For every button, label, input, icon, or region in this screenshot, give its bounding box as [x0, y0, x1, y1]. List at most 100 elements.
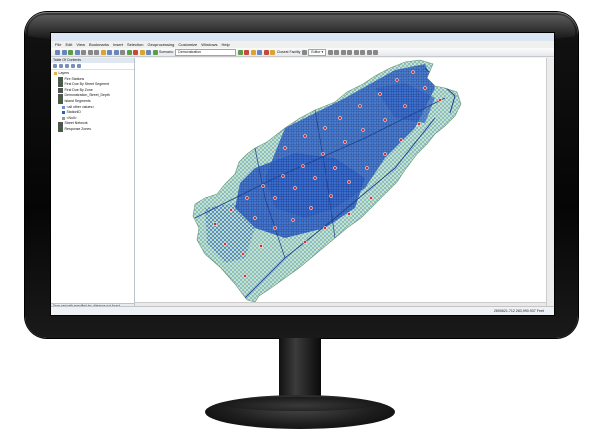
fire-station-marker[interactable]: [399, 138, 403, 142]
layer-visibility-checkbox[interactable]: [58, 127, 63, 133]
fire-station-marker[interactable]: [261, 184, 265, 188]
select-features-icon[interactable]: [100, 49, 106, 55]
solve-icon[interactable]: [237, 49, 243, 55]
layer-visibility-checkbox[interactable]: [58, 121, 63, 127]
sketch-properties-icon[interactable]: [373, 49, 379, 55]
fire-station-marker[interactable]: [213, 222, 217, 226]
fire-station-marker[interactable]: [243, 274, 247, 278]
fire-station-marker[interactable]: [273, 196, 277, 200]
edit-vertices-icon[interactable]: [334, 49, 340, 55]
fixed-zoom-icon[interactable]: [81, 49, 86, 55]
fire-station-marker[interactable]: [241, 252, 245, 256]
route-icon[interactable]: [263, 49, 269, 55]
fire-station-marker[interactable]: [313, 176, 317, 180]
layer-visibility-checkbox[interactable]: [58, 93, 63, 99]
list-by-source-icon[interactable]: [59, 64, 63, 68]
city-map[interactable]: [135, 58, 546, 302]
forward-extent-icon[interactable]: [94, 49, 99, 55]
list-by-selection-icon[interactable]: [71, 64, 75, 68]
pan-icon[interactable]: [68, 49, 73, 55]
fire-station-marker[interactable]: [253, 216, 257, 220]
flag-icon[interactable]: [244, 49, 250, 55]
fire-station-marker[interactable]: [347, 180, 351, 184]
fire-station-marker[interactable]: [303, 240, 307, 244]
fire-station-marker[interactable]: [395, 78, 399, 82]
reshape-icon[interactable]: [340, 49, 346, 55]
layer-visibility-checkbox[interactable]: [58, 82, 63, 88]
fire-station-marker[interactable]: [281, 174, 285, 178]
fire-station-marker[interactable]: [293, 186, 297, 190]
facility-icon[interactable]: [270, 49, 276, 55]
menu-edit[interactable]: Edit: [65, 41, 72, 48]
fire-station-marker[interactable]: [283, 146, 287, 150]
split-icon[interactable]: [353, 49, 359, 55]
fire-station-marker[interactable]: [323, 126, 327, 130]
attributes-icon[interactable]: [366, 49, 372, 55]
fire-station-marker[interactable]: [301, 164, 305, 168]
fire-station-marker[interactable]: [273, 226, 277, 230]
edit-icon[interactable]: [257, 49, 263, 55]
layer-visibility-checkbox[interactable]: [58, 99, 63, 105]
sketch-icon[interactable]: [327, 49, 333, 55]
network-analyst-icon[interactable]: [152, 49, 158, 55]
fire-station-marker[interactable]: [223, 242, 227, 246]
fire-station-marker[interactable]: [423, 86, 427, 90]
cut-icon[interactable]: [347, 49, 353, 55]
scenario-select[interactable]: Demonstration: [175, 48, 237, 56]
fire-station-marker[interactable]: [321, 152, 325, 156]
menu-geoprocessing[interactable]: Geoprocessing: [147, 41, 174, 48]
menu-view[interactable]: View: [76, 41, 85, 48]
fire-station-marker[interactable]: [383, 118, 387, 122]
editor-menu[interactable]: Editor ▾: [308, 48, 327, 56]
back-extent-icon[interactable]: [87, 49, 93, 55]
settings-icon[interactable]: [301, 49, 307, 55]
hyperlink-icon[interactable]: [133, 49, 138, 55]
fire-station-marker[interactable]: [338, 116, 342, 120]
closest-facility-label[interactable]: Closest Facility: [277, 50, 301, 54]
fire-station-marker[interactable]: [303, 134, 307, 138]
fire-station-marker[interactable]: [259, 244, 263, 248]
fire-station-marker[interactable]: [291, 218, 295, 222]
fire-station-marker[interactable]: [323, 226, 327, 230]
fire-station-marker[interactable]: [411, 70, 415, 74]
fire-station-marker[interactable]: [245, 196, 249, 200]
layer-visibility-checkbox[interactable]: [58, 76, 63, 82]
fire-station-marker[interactable]: [343, 140, 347, 144]
full-extent-icon[interactable]: [74, 49, 80, 55]
time-slider-icon[interactable]: [139, 49, 145, 55]
fire-station-marker[interactable]: [229, 208, 233, 212]
fire-station-marker[interactable]: [383, 152, 387, 156]
rotate-icon[interactable]: [360, 49, 366, 55]
layer-visibility-checkbox[interactable]: [58, 88, 63, 94]
menu-help[interactable]: Help: [222, 41, 230, 48]
fire-station-marker[interactable]: [438, 98, 442, 102]
list-by-drawing-order-icon[interactable]: [53, 64, 57, 68]
identify-icon[interactable]: [113, 49, 119, 55]
map-vertical-scrollbar[interactable]: [546, 58, 554, 306]
fire-station-marker[interactable]: [361, 128, 365, 132]
select-elements-icon[interactable]: [107, 49, 112, 55]
map-view[interactable]: [135, 58, 554, 308]
fire-station-marker[interactable]: [365, 166, 369, 170]
fire-station-marker[interactable]: [369, 196, 373, 200]
menu-insert[interactable]: Insert: [113, 41, 123, 48]
zoom-in-icon[interactable]: [55, 49, 60, 55]
fire-station-marker[interactable]: [358, 104, 362, 108]
fire-station-marker[interactable]: [329, 194, 333, 198]
fire-station-marker[interactable]: [417, 122, 421, 126]
menu-customize[interactable]: Customize: [178, 41, 197, 48]
fire-station-marker[interactable]: [403, 104, 407, 108]
options-icon[interactable]: [77, 64, 81, 68]
measure-icon[interactable]: [126, 49, 132, 55]
fire-station-marker[interactable]: [309, 206, 313, 210]
list-by-visibility-icon[interactable]: [65, 64, 69, 68]
menu-windows[interactable]: Windows: [201, 41, 217, 48]
menu-bookmarks[interactable]: Bookmarks: [89, 41, 109, 48]
find-icon[interactable]: [120, 49, 125, 55]
fire-station-marker[interactable]: [347, 212, 351, 216]
menu-file[interactable]: File: [55, 41, 61, 48]
zoom-out-icon[interactable]: [61, 49, 67, 55]
barrier-icon[interactable]: [250, 49, 256, 55]
toc-layer-item[interactable]: Response Zones: [54, 127, 134, 133]
fire-station-marker[interactable]: [333, 166, 337, 170]
